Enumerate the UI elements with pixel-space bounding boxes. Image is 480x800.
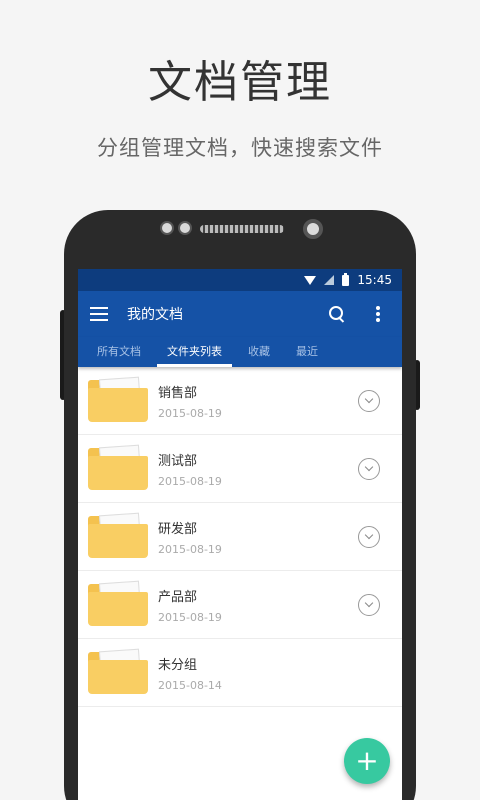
app-title: 我的文档 xyxy=(127,307,183,323)
tab-bar: 所有文档 文件夹列表 收藏 最近 xyxy=(78,337,402,367)
folder-date: 2015-08-19 xyxy=(158,474,222,488)
list-item[interactable]: 未分组 2015-08-14 xyxy=(78,639,402,707)
battery-icon xyxy=(342,272,350,286)
folder-name: 销售部 xyxy=(158,385,198,401)
tab-all-documents[interactable]: 所有文档 xyxy=(97,337,141,367)
search-icon[interactable] xyxy=(328,305,346,323)
folder-name: 未分组 xyxy=(158,657,198,673)
folder-date: 2015-08-19 xyxy=(158,406,222,420)
chevron-down-icon[interactable] xyxy=(358,389,380,412)
folder-name: 产品部 xyxy=(158,589,198,605)
menu-icon[interactable] xyxy=(90,307,108,321)
folder-date: 2015-08-19 xyxy=(158,610,222,624)
phone-sensor-icon xyxy=(160,221,174,235)
list-item[interactable]: 产品部 2015-08-19 xyxy=(78,571,402,639)
status-time: 15:45 xyxy=(357,273,392,287)
promo-headline: 文档管理 xyxy=(148,57,332,108)
folder-icon xyxy=(88,648,148,696)
tab-favorites[interactable]: 收藏 xyxy=(248,337,270,367)
list-item[interactable]: 测试部 2015-08-19 xyxy=(78,435,402,503)
phone-screen: 15:45 我的文档 所有文档 文件夹列表 收藏 最近 销售部 2015-08-… xyxy=(78,269,402,800)
more-vert-icon[interactable] xyxy=(376,306,380,322)
tab-folder-list[interactable]: 文件夹列表 xyxy=(157,337,232,367)
folder-list: 销售部 2015-08-19 测试部 2015-08-19 研发部 2015-0… xyxy=(78,367,402,707)
folder-icon xyxy=(88,512,148,560)
folder-icon xyxy=(88,376,148,424)
app-bar: 我的文档 xyxy=(78,291,402,337)
folder-name: 研发部 xyxy=(158,521,198,537)
list-item[interactable]: 销售部 2015-08-19 xyxy=(78,367,402,435)
chevron-down-icon[interactable] xyxy=(358,525,380,548)
promo-subline: 分组管理文档，快速搜索文件 xyxy=(97,136,383,160)
chevron-down-icon[interactable] xyxy=(358,593,380,616)
add-folder-button[interactable]: + xyxy=(344,738,390,784)
phone-speaker-grille xyxy=(200,225,284,233)
folder-icon xyxy=(88,444,148,492)
folder-name: 测试部 xyxy=(158,453,198,469)
folder-icon xyxy=(88,580,148,628)
phone-sensor-icon xyxy=(178,221,192,235)
tab-recent[interactable]: 最近 xyxy=(296,337,318,367)
chevron-down-icon[interactable] xyxy=(358,457,380,480)
status-bar: 15:45 xyxy=(78,269,402,291)
folder-date: 2015-08-19 xyxy=(158,542,222,556)
folder-date: 2015-08-14 xyxy=(158,678,222,692)
signal-icon xyxy=(324,275,335,285)
front-camera-icon xyxy=(303,219,323,239)
list-item[interactable]: 研发部 2015-08-19 xyxy=(78,503,402,571)
wifi-icon xyxy=(304,275,317,285)
